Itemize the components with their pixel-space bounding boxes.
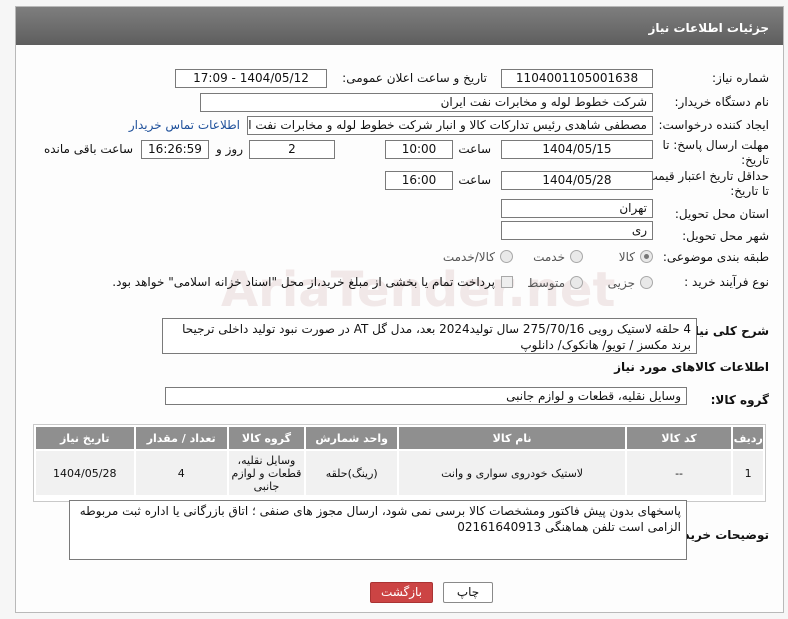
cell-unit: (رینگ)حلقه [306,451,398,495]
buyer-org-label: نام دستگاه خریدار: [674,95,770,109]
cell-code: -- [626,451,732,495]
description-field: 4 حلقه لاستیک رویی 275/70/16 سال تولید20… [162,318,697,354]
print-button[interactable]: چاپ [443,582,493,603]
price-validity-label: حداقل تاریخ اعتبار قیمت: [642,169,769,183]
category-option-service: خدمت [533,250,565,264]
category-option-goods: کالا [618,250,635,264]
goods-group-label: گروه کالا: [710,393,769,407]
table-header-row: ردیف کد کالا نام کالا واحد شمارش گروه کا… [36,427,763,449]
process-radio-minor[interactable] [640,276,653,289]
city-field: ری [501,221,653,240]
need-number-label: شماره نیاز: [712,71,769,85]
category-radio-goods-service[interactable] [500,250,513,263]
cell-name: لاستیک خودروی سواری و وانت [399,451,625,495]
process-option-minor: جزیی [607,276,635,290]
process-option-medium: متوسط [527,276,565,290]
reply-days-label: روز و [216,142,243,156]
price-validity-label-2: تا تاریخ: [730,184,769,198]
page-title: جزئیات اطلاعات نیاز [16,7,783,45]
reply-time-label: ساعت [458,142,491,156]
reply-deadline-label: مهلت ارسال پاسخ: تا [662,138,769,152]
announce-date-field: 1404/05/12 - 17:09 [175,69,327,88]
city-label: شهر محل تحویل: [682,229,769,243]
col-quantity: تعداد / مقدار [135,427,227,449]
process-radio-medium[interactable] [570,276,583,289]
reply-deadline-label-2: تاریخ: [741,153,769,167]
need-number-field: 1104001105001638 [501,69,653,88]
cell-quantity: 4 [135,451,227,495]
col-group: گروه کالا [228,427,305,449]
creator-field: مصطفی شاهدی رئیس تدارکات کالا و انبار شر… [247,116,653,135]
buyer-notes-field: پاسخهای بدون پیش فاکتور ومشخصات کالا برس… [69,500,687,560]
category-label: طبقه بندی موضوعی: [662,250,769,264]
col-code: کد کالا [626,427,732,449]
treasury-payment-note: پرداخت تمام یا بخشی از مبلغ خرید،از محل … [112,275,495,289]
announce-date-label: تاریخ و ساعت اعلان عمومی: [342,71,487,85]
need-details-panel: جزئیات اطلاعات نیاز AriaTender.net شماره… [15,6,784,613]
col-unit: واحد شمارش [306,427,398,449]
watermark-logo: AriaTender.net [221,262,616,318]
back-button[interactable]: بازگشت [370,582,433,603]
col-row: ردیف [733,427,763,449]
remaining-time-label: ساعت باقی مانده [43,142,133,156]
goods-info-title: اطلاعات کالاهای مورد نیاز [614,360,769,374]
col-need-date: تاریخ نیاز [36,427,134,449]
treasury-payment-checkbox[interactable] [501,276,513,288]
cell-row: 1 [733,451,763,495]
category-radio-goods[interactable] [640,250,653,263]
cell-need-date: 1404/05/28 [36,451,134,495]
col-name: نام کالا [399,427,625,449]
category-radio-service[interactable] [570,250,583,263]
goods-group-field: وسایل نقلیه، قطعات و لوازم جانبی [165,387,687,405]
reply-days-field: 2 [249,140,335,159]
buyer-contact-link[interactable]: اطلاعات تماس خریدار [129,118,240,132]
remaining-time-field: 16:26:59 [141,140,209,159]
table-row: 1 -- لاستیک خودروی سواری و وانت (رینگ)حل… [36,451,763,495]
price-validity-time-label: ساعت [458,173,491,187]
goods-table: ردیف کد کالا نام کالا واحد شمارش گروه کا… [33,424,766,502]
reply-date-field: 1404/05/15 [501,140,653,159]
creator-label: ایجاد کننده درخواست: [658,118,769,132]
province-field: تهران [501,199,653,218]
price-validity-date-field: 1404/05/28 [501,171,653,190]
buyer-org-field: شرکت خطوط لوله و مخابرات نفت ایران [200,93,653,112]
reply-time-field: 10:00 [385,140,453,159]
province-label: استان محل تحویل: [674,207,769,221]
process-label: نوع فرآیند خرید : [684,275,769,289]
cell-group: وسایل نقلیه، قطعات و لوازم جانبی [228,451,305,495]
price-validity-time-field: 16:00 [385,171,453,190]
category-option-goods-service: کالا/خدمت [442,250,495,264]
